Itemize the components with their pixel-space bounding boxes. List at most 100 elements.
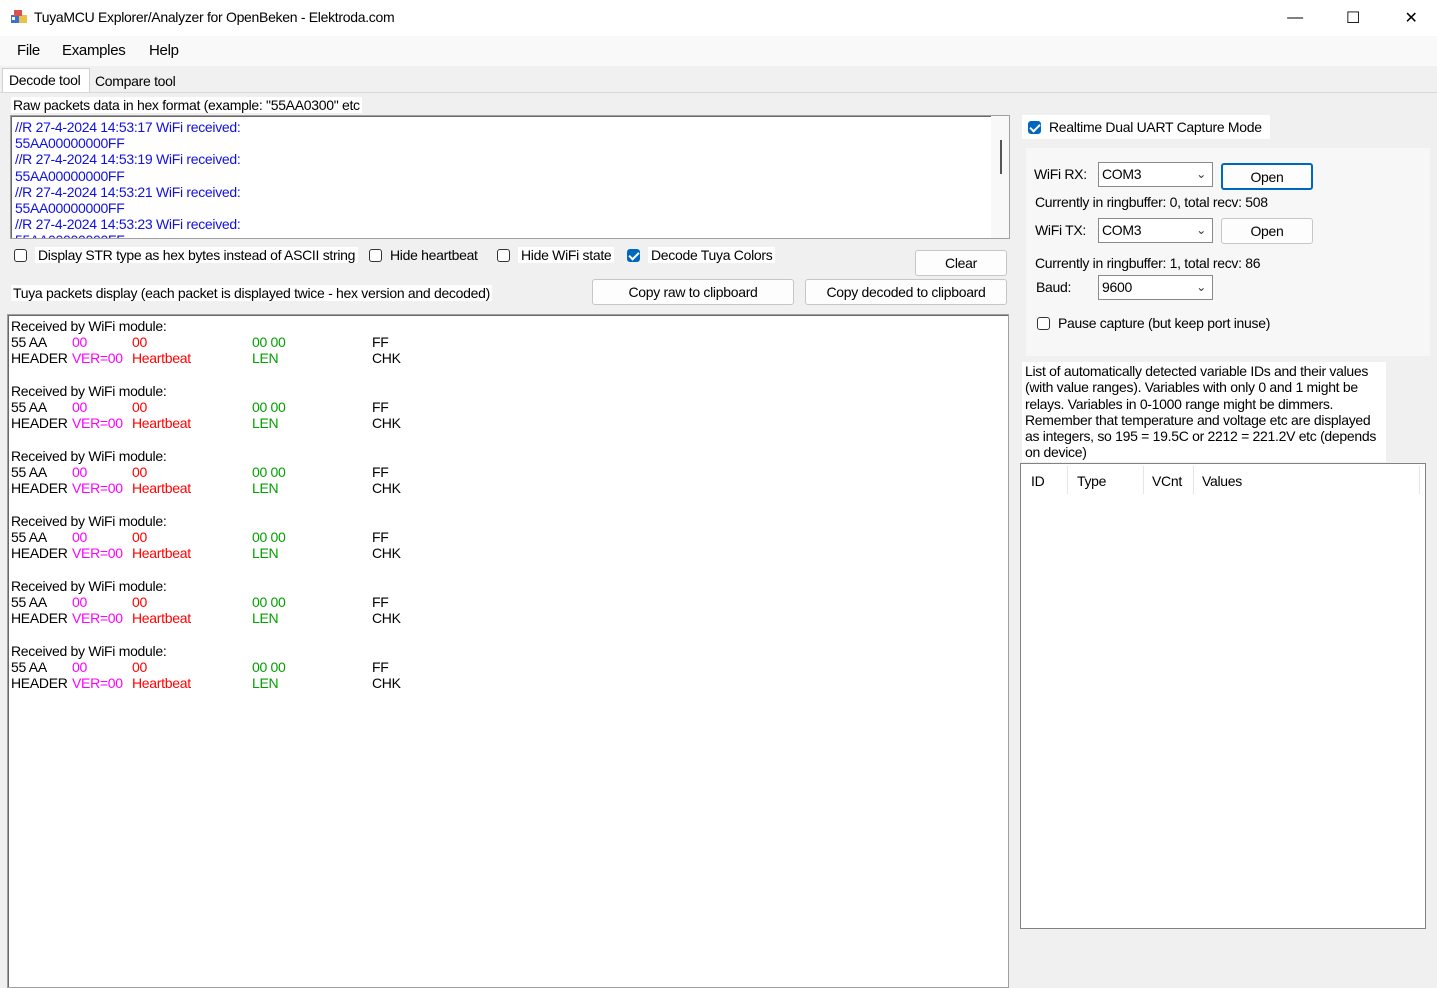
packet-entry: Received by WiFi module: 55 AA 00 00 00 00 FF… [11, 643, 611, 693]
pause-capture-checkbox[interactable]: Pause capture (but keep port inuse) [1037, 315, 1270, 331]
minimize-icon: — [1287, 9, 1303, 26]
packet-lenl: LEN [252, 480, 279, 497]
packet-lenl: LEN [252, 350, 279, 367]
packet-ver: 00 [72, 334, 87, 351]
variables-note-line: on device) [1025, 444, 1087, 461]
menu-help[interactable]: Help [149, 42, 179, 59]
hide-heartbeat-checkbox[interactable]: Hide heartbeat [369, 247, 478, 263]
menu-file[interactable]: File [17, 42, 40, 59]
decode-tuya-colors-checkbox[interactable]: Decode Tuya Colors [627, 247, 776, 263]
tab-divider [0, 92, 1437, 93]
wifi-tx-port-select[interactable]: COM3 ⌄ [1098, 218, 1213, 243]
packet-entry: Received by WiFi module: 55 AA 00 00 00 00 FF… [11, 448, 611, 498]
minimize-button[interactable]: — [1266, 0, 1324, 36]
chevron-down-icon: ⌄ [1196, 223, 1206, 237]
column-separator[interactable] [1419, 466, 1420, 494]
wifi-rx-open-button[interactable]: Open [1221, 163, 1313, 190]
packet-verl: VER=00 [72, 350, 123, 367]
checkbox-box-checked[interactable] [627, 248, 640, 262]
packet-hl: HEADER [11, 415, 68, 432]
packet-cmdl: Heartbeat [132, 350, 191, 367]
checkbox-box[interactable] [497, 248, 510, 262]
packet-chk: FF [372, 334, 389, 351]
packet-chkl: CHK [372, 480, 401, 497]
baud-select[interactable]: 9600 ⌄ [1098, 275, 1213, 300]
tab-decode-label: Decode tool [9, 72, 81, 88]
packet-chk: FF [372, 529, 389, 546]
packet-h: 55 AA [11, 529, 47, 546]
column-header-id[interactable]: ID [1023, 464, 1067, 496]
column-header-type[interactable]: Type [1069, 464, 1143, 496]
clear-button[interactable]: Clear [915, 250, 1007, 276]
maximize-icon: ☐ [1345, 10, 1361, 27]
packet-cmdl: Heartbeat [132, 545, 191, 562]
copy-raw-button[interactable]: Copy raw to clipboard [592, 279, 794, 305]
hide-heartbeat-label: Hide heartbeat [390, 247, 478, 263]
packet-h: 55 AA [11, 399, 47, 416]
packet-cmdl: Heartbeat [132, 480, 191, 497]
wifi-rx-port-select[interactable]: COM3 ⌄ [1098, 162, 1213, 187]
packet-lenl: LEN [252, 545, 279, 562]
packet-hl: HEADER [11, 480, 68, 497]
variables-list[interactable]: ID Type VCnt Values [1020, 463, 1426, 929]
wifi-tx-port-value: COM3 [1102, 222, 1142, 238]
packet-verl: VER=00 [72, 480, 123, 497]
packet-cmd: 00 [132, 529, 147, 546]
column-header-vcnt[interactable]: VCnt [1144, 464, 1194, 496]
raw-data-scrollbar[interactable] [991, 116, 1009, 238]
raw-data-textarea[interactable]: //R 27-4-2024 14:53:17 WiFi received: 55A… [10, 115, 1010, 239]
packet-chk: FF [372, 594, 389, 611]
packet-cmd: 00 [132, 334, 147, 351]
copy-decoded-button[interactable]: Copy decoded to clipboard [805, 279, 1007, 305]
packet-chk: FF [372, 464, 389, 481]
wifi-rx-status: Currently in ringbuffer: 0, total recv: … [1035, 194, 1268, 210]
packet-h: 55 AA [11, 334, 47, 351]
packet-len: 00 00 [252, 529, 286, 546]
realtime-capture-checkbox[interactable]: Realtime Dual UART Capture Mode [1028, 119, 1262, 135]
maximize-button[interactable]: ☐ [1324, 0, 1382, 36]
checkbox-box-checked[interactable] [1028, 120, 1041, 134]
packet-cmd: 00 [132, 659, 147, 676]
scrollbar-thumb[interactable] [1000, 140, 1002, 174]
packet-lenl: LEN [252, 610, 279, 627]
packet-entry: Received by WiFi module: 55 AA 00 00 00 00 FF… [11, 383, 611, 433]
raw-data-label: Raw packets data in hex format (example:… [11, 97, 362, 113]
packet-h: 55 AA [11, 659, 47, 676]
tab-compare-tool[interactable]: Compare tool [90, 70, 176, 92]
wifi-tx-label: WiFi TX: [1035, 222, 1087, 238]
baud-label: Baud: [1036, 279, 1072, 295]
packet-cmd: 00 [132, 464, 147, 481]
column-separator[interactable] [1067, 466, 1068, 494]
column-values-label: Values [1202, 473, 1242, 489]
packet-chkl: CHK [372, 675, 401, 692]
checkbox-box[interactable] [1037, 316, 1050, 330]
packet-verl: VER=00 [72, 675, 123, 692]
chevron-down-icon: ⌄ [1196, 280, 1206, 294]
column-id-label: ID [1031, 473, 1045, 489]
tab-compare-label: Compare tool [95, 73, 176, 89]
packets-display[interactable]: Received by WiFi module: 55 AA 00 00 00 00 FF… [7, 314, 1009, 988]
display-str-hex-label: Display STR type as hex bytes instead of… [35, 247, 359, 263]
tab-decode-tool[interactable]: Decode tool [2, 68, 90, 93]
column-header-values[interactable]: Values [1194, 464, 1418, 496]
app-icon [11, 10, 27, 23]
packet-title: Received by WiFi module: [11, 643, 167, 659]
column-type-label: Type [1077, 473, 1107, 489]
packet-chkl: CHK [372, 415, 401, 432]
checkbox-box[interactable] [14, 248, 27, 262]
hide-wifi-state-checkbox[interactable]: Hide WiFi state [497, 247, 615, 263]
baud-value: 9600 [1102, 279, 1132, 295]
wifi-tx-open-button[interactable]: Open [1221, 218, 1313, 244]
packet-ver: 00 [72, 594, 87, 611]
packets-display-label: Tuya packets display (each packet is dis… [11, 285, 492, 301]
packet-len: 00 00 [252, 464, 286, 481]
close-button[interactable]: ✕ [1382, 0, 1437, 36]
menu-examples[interactable]: Examples [62, 42, 126, 59]
packet-len: 00 00 [252, 399, 286, 416]
packet-entry: Received by WiFi module: 55 AA 00 00 00 00 FF… [11, 578, 611, 628]
checkbox-box[interactable] [369, 248, 382, 262]
display-str-hex-checkbox[interactable]: Display STR type as hex bytes instead of… [14, 247, 359, 263]
variables-note-line: List of automatically detected variable … [1025, 363, 1369, 379]
menu-bar [0, 36, 1437, 66]
packet-hl: HEADER [11, 675, 68, 692]
